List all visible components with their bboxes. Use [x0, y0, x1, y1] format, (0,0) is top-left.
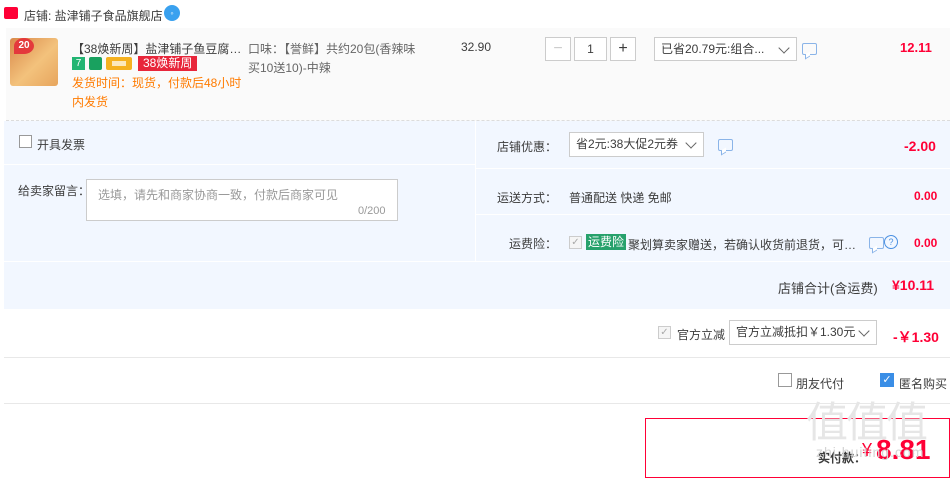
divider [476, 168, 950, 169]
help-icon[interactable]: ? [884, 235, 898, 249]
divider [4, 164, 476, 165]
seven-day-return-icon: 7 [72, 57, 85, 70]
shipping-amount: 0.00 [914, 189, 938, 203]
message-label: 给卖家留言： [18, 184, 91, 198]
chevron-down-icon [858, 325, 870, 337]
sku-spec-cont: 买10送10)-中辣 [248, 61, 331, 75]
invoice-checkbox[interactable] [19, 135, 32, 148]
unit-price: 32.90 [461, 40, 492, 54]
freight-insurance-badge: 运费险 [586, 234, 627, 250]
official-discount-checkbox[interactable]: ✓ [658, 326, 671, 339]
qty-input[interactable]: 1 [574, 37, 607, 61]
friend-pay-checkbox[interactable] [778, 373, 792, 387]
official-discount-amount: -￥1.30 [893, 329, 939, 345]
shop-total-value: ¥10.11 [892, 277, 935, 293]
shop-discount-amount: -2.00 [904, 138, 936, 154]
shop-coupon-value: 省2元:38大促2元券 [576, 137, 679, 151]
divider [476, 214, 950, 215]
official-discount-select[interactable]: 官方立减抵扣￥1.30元 [729, 320, 877, 345]
guarantee-shield-icon [89, 57, 102, 70]
freight-insurance-label: 运费险： [509, 237, 558, 251]
official-discount-label: 官方立减 [677, 328, 726, 342]
ship-time-text-cont: 内发货 [72, 95, 109, 109]
credit-card-icon [106, 57, 132, 70]
shop-total-label: 店铺合计(含运费) [778, 281, 878, 296]
wangwang-chat-icon[interactable]: ◦ [164, 5, 180, 21]
invoice-label: 开具发票 [37, 138, 86, 152]
item-subtotal: 12.11 [900, 40, 932, 55]
comment-icon[interactable] [869, 237, 884, 249]
shop-discount-label: 店铺优惠： [497, 140, 558, 154]
freight-insurance-text: 聚划算卖家赠送，若确认收货前退货，可获... [628, 238, 860, 252]
ship-time-text: 发货时间：现货，付款后48小时 [72, 76, 242, 90]
chevron-down-icon [685, 137, 697, 149]
shop-name-link[interactable]: 店铺: 盐津铺子食品旗舰店 [24, 7, 163, 24]
chevron-down-icon [778, 42, 790, 54]
anonymous-checkbox[interactable]: ✓ [880, 373, 894, 387]
freight-insurance-checkbox[interactable]: ✓ [569, 236, 582, 249]
divider [4, 261, 950, 262]
message-placeholder: 选填，请先和商家协商一致，付款后商家可见 [98, 188, 339, 202]
comment-icon[interactable] [802, 43, 817, 55]
shipping-label: 运送方式： [497, 191, 558, 205]
item-promo-select[interactable]: 已省20.79元:组合... [654, 37, 797, 61]
product-title-link[interactable]: 【38焕新周】盐津铺子鱼豆腐豆... [72, 40, 244, 57]
shipping-method: 普通配送 快递 免邮 [569, 191, 672, 205]
qty-increase-button[interactable]: + [610, 37, 636, 61]
tmall-badge-icon [4, 7, 18, 19]
qty-decrease-button[interactable]: − [545, 37, 571, 61]
message-char-count: 0/200 [358, 205, 386, 217]
divider [475, 121, 476, 261]
sku-spec: 口味：【誉鲜】共约20包(香辣味 [248, 42, 416, 56]
watermark-url: zhi.huiting.com [816, 444, 925, 460]
item-promo-value: 已省20.79元:组合... [661, 42, 765, 56]
freight-insurance-amount: 0.00 [914, 236, 938, 250]
promo-tag: 38焕新周 [138, 56, 198, 71]
shop-coupon-select[interactable]: 省2元:38大促2元券 [569, 132, 704, 157]
comment-icon[interactable] [718, 139, 733, 151]
official-discount-value: 官方立减抵扣￥1.30元 [736, 325, 856, 339]
thumbnail-badge: 20 [14, 38, 34, 54]
divider [4, 357, 950, 358]
